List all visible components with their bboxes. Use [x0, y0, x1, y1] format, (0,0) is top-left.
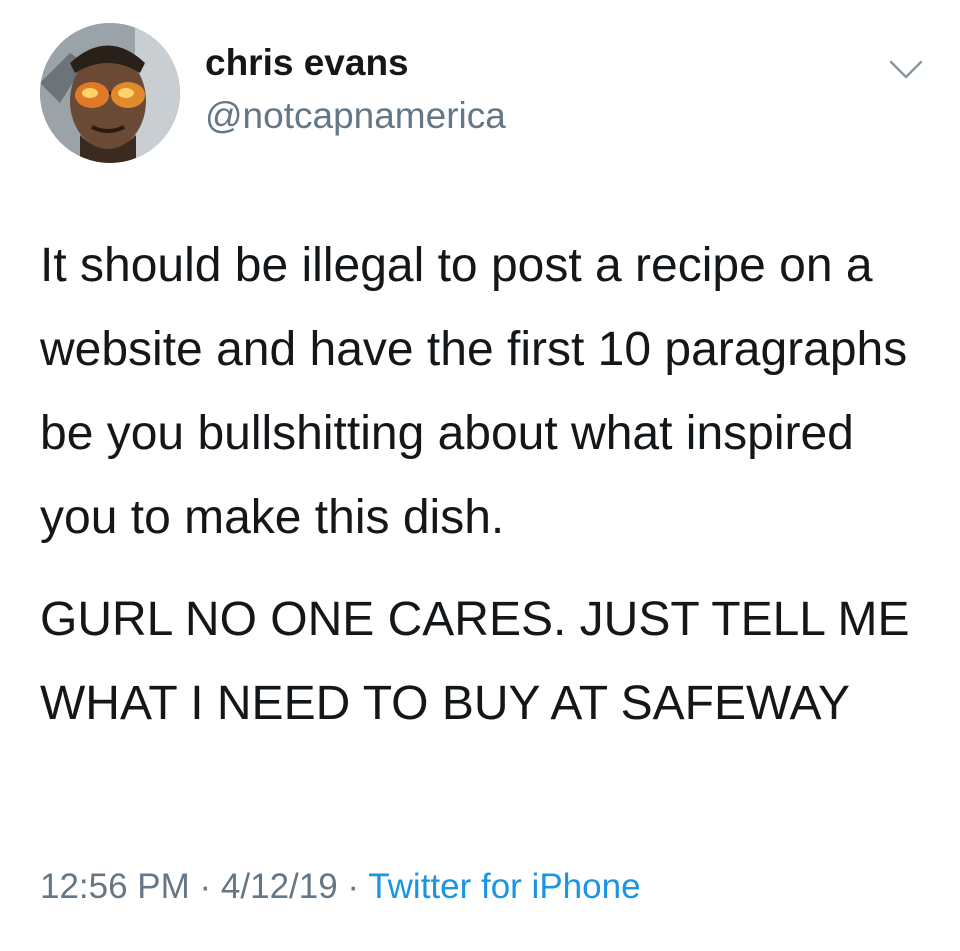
tweet-meta: 12:56 PM · 4/12/19 · Twitter for iPhone	[40, 867, 641, 907]
tweet-source-link[interactable]: Twitter for iPhone	[368, 867, 640, 906]
tweet-paragraph: GURL NO ONE CARES. JUST TELL ME WHAT I N…	[40, 593, 910, 730]
meta-separator: ·	[337, 867, 369, 906]
tweet-time[interactable]: 12:56 PM	[40, 867, 190, 906]
tweet-paragraph: It should be illegal to post a recipe on…	[40, 239, 908, 544]
display-name[interactable]: chris evans	[205, 42, 409, 84]
chevron-down-icon[interactable]	[888, 58, 924, 82]
tweet-text: It should be illegal to post a recipe on…	[40, 224, 930, 746]
tweet-card: chris evans @notcapnamerica It should be…	[0, 0, 960, 951]
user-handle[interactable]: @notcapnamerica	[205, 95, 506, 137]
tweet-date[interactable]: 4/12/19	[221, 867, 338, 906]
avatar-image	[40, 23, 180, 163]
avatar[interactable]	[40, 23, 180, 163]
meta-separator: ·	[189, 867, 221, 906]
